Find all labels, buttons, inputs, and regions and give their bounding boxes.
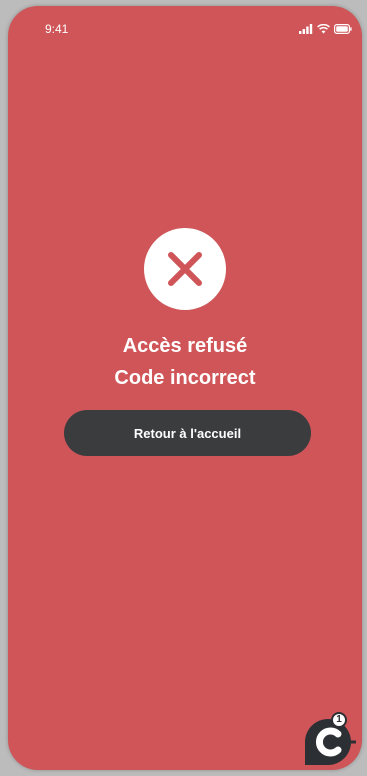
status-icons bbox=[299, 21, 352, 39]
close-icon bbox=[168, 252, 202, 286]
status-bar: 9:41 bbox=[8, 6, 362, 46]
phone-screen: 9:41 Accès refusé Code incorrect Retour … bbox=[8, 6, 362, 770]
signal-icon bbox=[299, 21, 313, 39]
back-home-button[interactable]: Retour à l'accueil bbox=[64, 410, 311, 456]
chat-widget-button[interactable]: 1 bbox=[300, 710, 356, 766]
battery-icon bbox=[334, 21, 352, 39]
status-time: 9:41 bbox=[45, 22, 69, 36]
error-message: Code incorrect bbox=[114, 367, 256, 389]
chat-icon bbox=[305, 719, 356, 765]
error-badge bbox=[144, 228, 226, 310]
result-content: Accès refusé Code incorrect bbox=[8, 228, 362, 392]
wifi-icon bbox=[317, 21, 330, 39]
notification-badge: 1 bbox=[331, 712, 347, 728]
page-title: Accès refusé bbox=[122, 335, 248, 357]
